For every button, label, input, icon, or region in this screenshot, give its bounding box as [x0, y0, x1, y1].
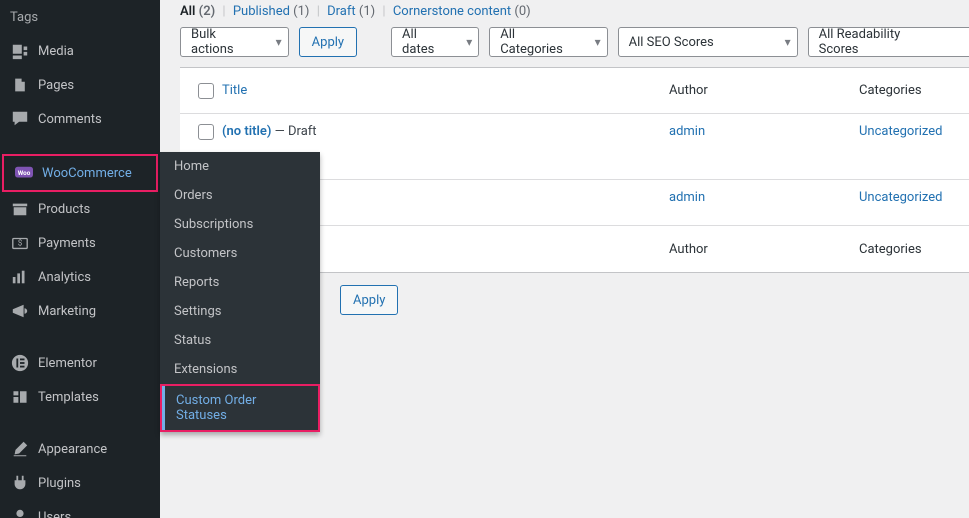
sidebar-item-users[interactable]: Users	[0, 500, 160, 518]
submenu-item-status[interactable]: Status	[160, 326, 320, 355]
readability-scores-select[interactable]: All Readability Scores	[808, 27, 969, 57]
payments-icon: $	[10, 233, 30, 253]
seo-scores-select[interactable]: All SEO Scores ▾	[618, 27, 798, 57]
filter-all[interactable]: All (2)	[180, 4, 215, 19]
sidebar-item-elementor[interactable]: Elementor	[0, 346, 160, 380]
marketing-icon	[10, 301, 30, 321]
submenu-item-home[interactable]: Home	[160, 152, 320, 181]
sidebar-item-products[interactable]: Products	[0, 192, 160, 226]
select-value: Bulk actions	[191, 27, 262, 57]
select-value: All Categories	[500, 27, 580, 57]
sidebar-label: Payments	[38, 236, 96, 251]
category-link[interactable]: Uncategorized	[859, 190, 942, 205]
select-value: All SEO Scores	[629, 35, 714, 50]
sidebar-label: Pages	[38, 78, 74, 93]
comments-icon	[10, 109, 30, 129]
sidebar-item-comments[interactable]: Comments	[0, 102, 160, 136]
pages-icon	[10, 75, 30, 95]
chevron-down-icon: ▾	[595, 35, 601, 49]
woocommerce-submenu: Home Orders Subscriptions Customers Repo…	[160, 152, 320, 432]
post-title-link[interactable]: (no title)	[222, 124, 271, 139]
author-link[interactable]: admin	[669, 124, 705, 139]
woocommerce-icon: Woo	[14, 163, 34, 183]
appearance-icon	[10, 439, 30, 459]
sidebar-label: Appearance	[38, 442, 107, 457]
admin-sidebar: Tags Media Pages Comments Woo WooCommerc…	[0, 0, 160, 518]
sidebar-item-payments[interactable]: $ Payments	[0, 226, 160, 260]
sidebar-highlight-woocommerce: Woo WooCommerce	[2, 154, 158, 192]
sidebar-item-woocommerce[interactable]: Woo WooCommerce	[4, 156, 156, 190]
sidebar-label: Products	[38, 202, 90, 217]
sidebar-label: Plugins	[38, 476, 81, 491]
chevron-down-icon: ▾	[276, 35, 282, 49]
sidebar-label: Tags	[10, 10, 38, 25]
sidebar-label: Templates	[38, 390, 99, 405]
templates-icon	[10, 387, 30, 407]
plugins-icon	[10, 473, 30, 493]
column-categories: Categories	[859, 83, 922, 98]
sidebar-item-marketing[interactable]: Marketing	[0, 294, 160, 328]
categories-select[interactable]: All Categories ▾	[489, 27, 607, 57]
bulk-actions-select[interactable]: Bulk actions ▾	[180, 27, 289, 57]
sidebar-item-tags[interactable]: Tags	[0, 0, 160, 34]
sidebar-label: Users	[38, 510, 71, 518]
submenu-item-custom-order-statuses[interactable]: Custom Order Statuses	[162, 386, 318, 430]
select-all-checkbox[interactable]	[198, 83, 214, 99]
filter-cornerstone[interactable]: Cornerstone content (0)	[393, 4, 531, 19]
sidebar-label: Analytics	[38, 270, 91, 285]
analytics-icon	[10, 267, 30, 287]
column-title[interactable]: Title	[222, 83, 247, 98]
sidebar-item-media[interactable]: Media	[0, 34, 160, 68]
sidebar-item-pages[interactable]: Pages	[0, 68, 160, 102]
select-value: All dates	[402, 27, 452, 57]
chevron-down-icon: ▾	[466, 35, 472, 49]
table-header-row: Title Author Categories	[180, 68, 969, 114]
column-author: Author	[669, 83, 708, 98]
filter-draft[interactable]: Draft (1)	[327, 4, 375, 19]
row-checkbox[interactable]	[198, 124, 214, 140]
submenu-highlight-custom-order-statuses: Custom Order Statuses	[160, 384, 320, 432]
svg-text:Woo: Woo	[18, 169, 31, 177]
filter-published[interactable]: Published (1)	[233, 4, 310, 19]
sidebar-item-analytics[interactable]: Analytics	[0, 260, 160, 294]
post-state: — Draft	[271, 124, 316, 139]
apply-button-bottom[interactable]: Apply	[340, 285, 398, 315]
column-categories: Categories	[859, 242, 922, 257]
submenu-item-customers[interactable]: Customers	[160, 239, 320, 268]
category-link[interactable]: Uncategorized	[859, 124, 942, 139]
sidebar-separator	[0, 328, 160, 346]
toolbar: Bulk actions ▾ Apply All dates ▾ All Cat…	[180, 27, 969, 67]
sidebar-item-appearance[interactable]: Appearance	[0, 432, 160, 466]
submenu-item-extensions[interactable]: Extensions	[160, 355, 320, 384]
sidebar-item-plugins[interactable]: Plugins	[0, 466, 160, 500]
column-author: Author	[669, 242, 708, 257]
sidebar-separator	[0, 414, 160, 432]
sidebar-label: Comments	[38, 112, 102, 127]
sidebar-label: Media	[38, 44, 74, 59]
elementor-icon	[10, 353, 30, 373]
submenu-item-orders[interactable]: Orders	[160, 181, 320, 210]
products-icon	[10, 199, 30, 219]
status-filter-links: All (2) | Published (1) | Draft (1) | Co…	[180, 0, 969, 27]
submenu-item-reports[interactable]: Reports	[160, 268, 320, 297]
apply-button[interactable]: Apply	[299, 27, 357, 57]
submenu-item-subscriptions[interactable]: Subscriptions	[160, 210, 320, 239]
chevron-down-icon: ▾	[785, 35, 791, 49]
sidebar-label: WooCommerce	[42, 166, 132, 181]
svg-text:$: $	[18, 238, 23, 248]
author-link[interactable]: admin	[669, 190, 705, 205]
select-value: All Readability Scores	[819, 27, 943, 57]
dates-select[interactable]: All dates ▾	[391, 27, 479, 57]
sidebar-label: Elementor	[38, 356, 97, 371]
sidebar-separator	[0, 136, 160, 154]
sidebar-label: Marketing	[38, 304, 96, 319]
media-icon	[10, 41, 30, 61]
submenu-item-settings[interactable]: Settings	[160, 297, 320, 326]
sidebar-item-templates[interactable]: Templates	[0, 380, 160, 414]
users-icon	[10, 507, 30, 518]
